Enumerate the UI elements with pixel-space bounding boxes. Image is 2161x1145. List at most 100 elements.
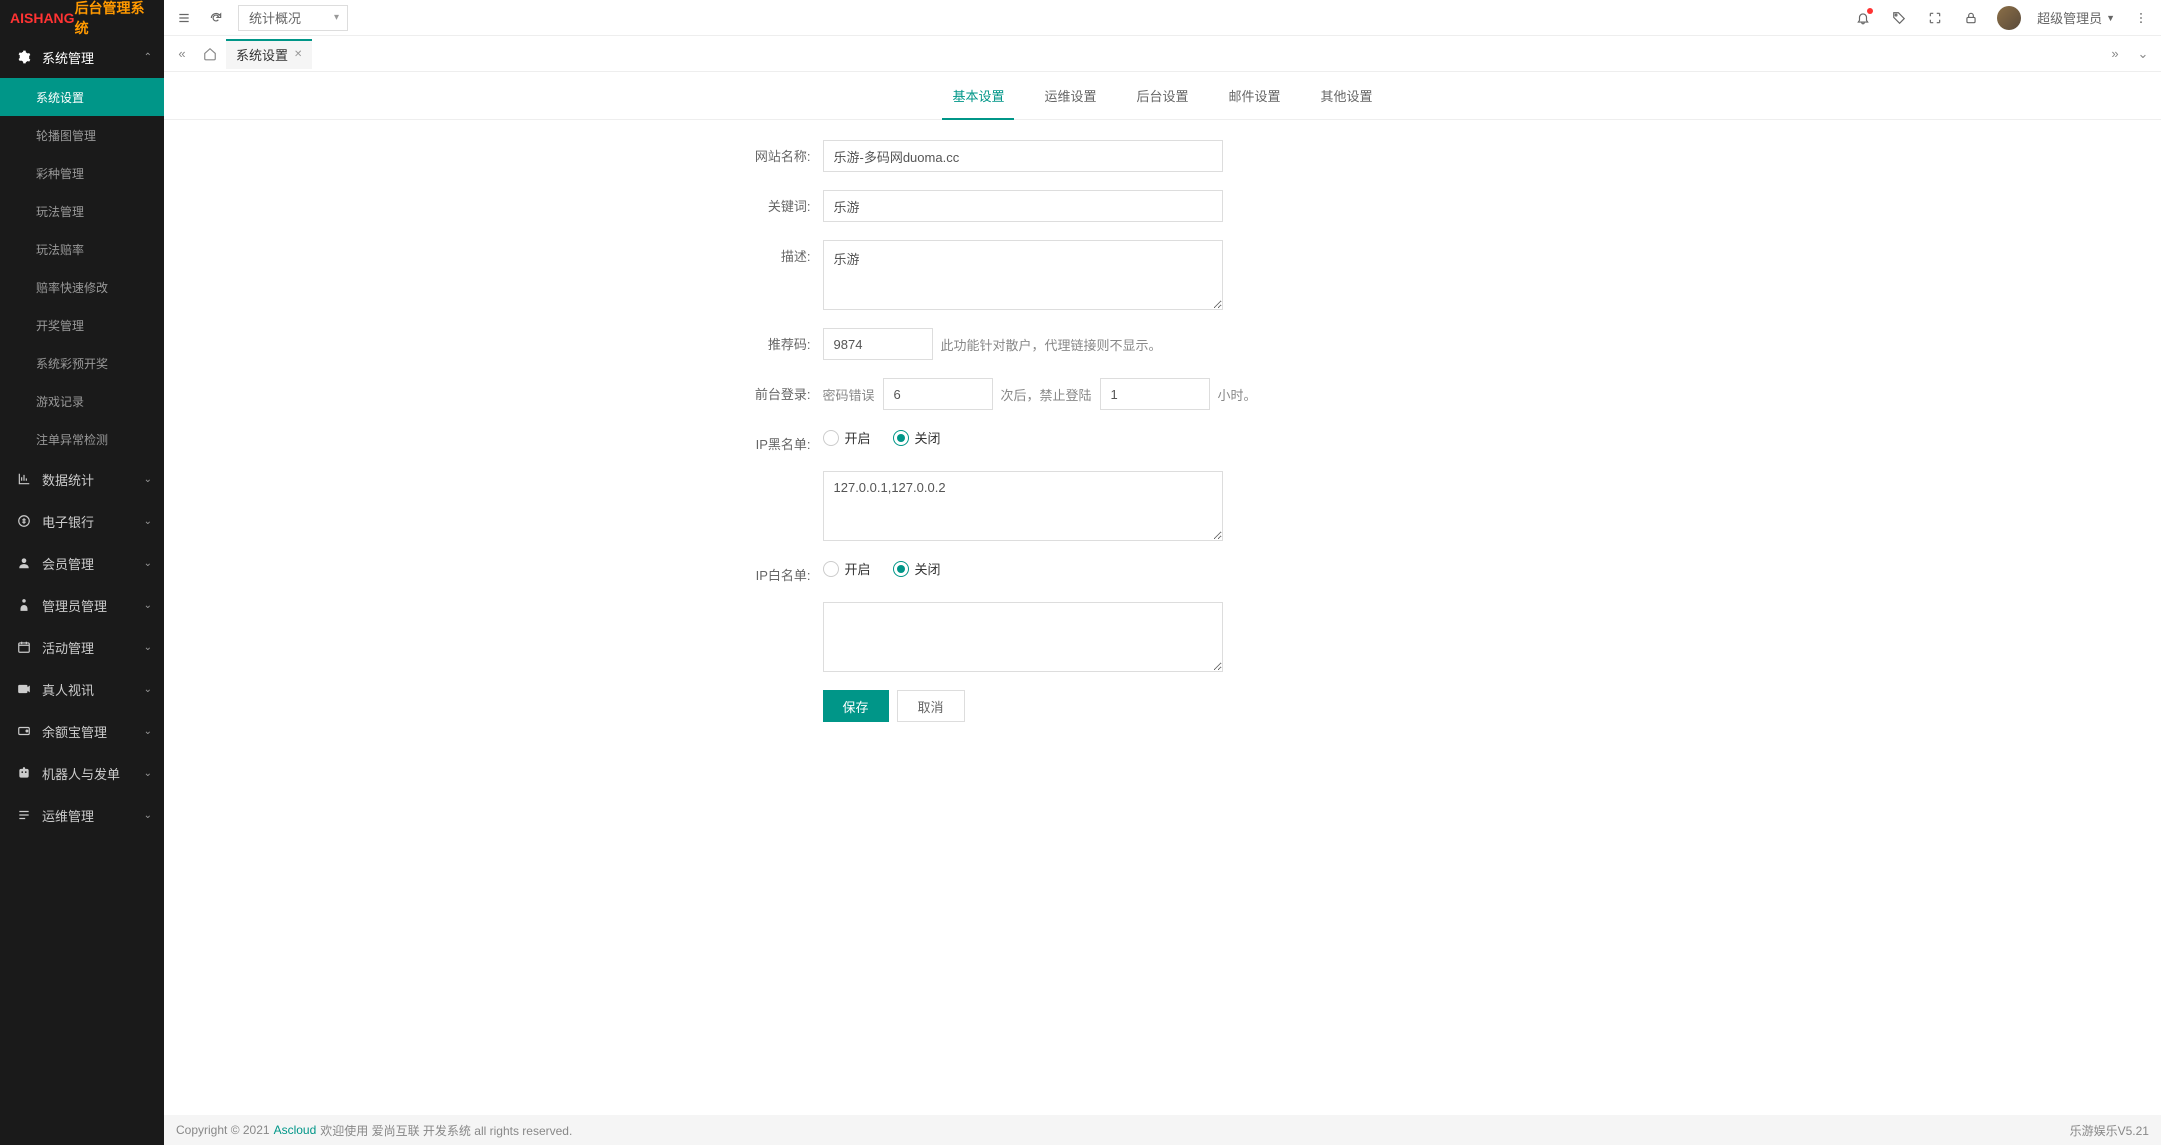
menu-label: 数据统计 — [42, 470, 94, 489]
tab-system-settings[interactable]: 系统设置 ✕ — [226, 39, 312, 69]
more-icon[interactable] — [2131, 8, 2151, 28]
footer-link[interactable]: Ascloud — [274, 1123, 317, 1137]
menu-group-ops[interactable]: 运维管理 ⌄ — [0, 794, 164, 836]
chevron-down-icon: ⌄ — [144, 684, 152, 695]
chart-icon — [16, 471, 32, 487]
chevron-down-icon: ⌄ — [144, 810, 152, 821]
submenu-label: 开奖管理 — [36, 317, 84, 334]
menu-label: 电子银行 — [42, 512, 94, 531]
topbar-dropdown[interactable]: 统计概况 — [238, 5, 348, 31]
ops-icon — [16, 807, 32, 823]
menu-label: 真人视讯 — [42, 680, 94, 699]
chevron-down-icon: ⌄ — [144, 600, 152, 611]
ip-white-radio-off[interactable]: 关闭 — [893, 559, 941, 578]
chevron-down-icon: ⌄ — [144, 516, 152, 527]
tabbar: « 系统设置 ✕ » ⌄ — [164, 36, 2161, 72]
tabs-next-icon[interactable]: » — [2103, 42, 2127, 66]
coin-icon — [16, 513, 32, 529]
menu-label: 活动管理 — [42, 638, 94, 657]
logo-brand-a: AISHANG — [10, 10, 75, 26]
content-tab-label: 邮件设置 — [1229, 89, 1281, 104]
menu-group-wallet[interactable]: 余额宝管理 ⌄ — [0, 710, 164, 752]
content-tab-other[interactable]: 其他设置 — [1301, 72, 1393, 119]
menu-group-live[interactable]: 真人视讯 ⌄ — [0, 668, 164, 710]
dropdown-value: 统计概况 — [249, 8, 301, 27]
radio-label: 关闭 — [915, 428, 941, 447]
menu-label: 机器人与发单 — [42, 764, 120, 783]
user-menu[interactable]: 超级管理员▼ — [2037, 8, 2115, 27]
radio-icon — [823, 561, 839, 577]
submenu-item-odds-quick[interactable]: 赔率快速修改 — [0, 268, 164, 306]
main: 统计概况 超级管理员▼ « 系统设置 ✕ » ⌄ — [164, 0, 2161, 1145]
ip-black-label: IP黑名单: — [733, 428, 823, 453]
login-hours-input[interactable] — [1100, 378, 1210, 410]
ip-white-label: IP白名单: — [733, 559, 823, 584]
tabs-menu-icon[interactable]: ⌄ — [2131, 42, 2155, 66]
badge-dot — [1867, 8, 1873, 14]
submenu-item-draw-manage[interactable]: 开奖管理 — [0, 306, 164, 344]
submenu-label: 注单异常检测 — [36, 431, 108, 448]
site-name-input[interactable] — [823, 140, 1223, 172]
radio-label: 关闭 — [915, 559, 941, 578]
desc-textarea[interactable] — [823, 240, 1223, 310]
content-tab-basic[interactable]: 基本设置 — [932, 72, 1024, 119]
radio-icon — [893, 561, 909, 577]
keywords-input[interactable] — [823, 190, 1223, 222]
menu-group-member[interactable]: 会员管理 ⌄ — [0, 542, 164, 584]
ip-white-radio-on[interactable]: 开启 — [823, 559, 871, 578]
chevron-down-icon: ⌄ — [144, 558, 152, 569]
menu-group-stats[interactable]: 数据统计 ⌄ — [0, 458, 164, 500]
tab-close-icon[interactable]: ✕ — [294, 49, 302, 60]
submenu-label: 彩种管理 — [36, 165, 84, 182]
radio-label: 开启 — [845, 559, 871, 578]
logo-brand-b: 后台管理系统 — [75, 0, 154, 38]
submenu-item-play-odds[interactable]: 玩法赔率 — [0, 230, 164, 268]
calendar-icon — [16, 639, 32, 655]
admin-icon — [16, 597, 32, 613]
cancel-button[interactable]: 取消 — [897, 690, 965, 722]
content-tab-mail[interactable]: 邮件设置 — [1209, 72, 1301, 119]
robot-icon — [16, 765, 32, 781]
content-tab-label: 基本设置 — [952, 89, 1004, 104]
refresh-icon[interactable] — [206, 8, 226, 28]
submenu-item-system-settings[interactable]: 系统设置 — [0, 78, 164, 116]
save-button[interactable]: 保存 — [823, 690, 889, 722]
tab-home-icon[interactable] — [196, 39, 224, 69]
menu-group-activity[interactable]: 活动管理 ⌄ — [0, 626, 164, 668]
content-tab-ops[interactable]: 运维设置 — [1024, 72, 1116, 119]
menu-label: 管理员管理 — [42, 596, 107, 615]
submenu-item-predraw[interactable]: 系统彩预开奖 — [0, 344, 164, 382]
tag-icon[interactable] — [1889, 8, 1909, 28]
bell-icon[interactable] — [1853, 8, 1873, 28]
fullscreen-icon[interactable] — [1925, 8, 1945, 28]
wallet-icon — [16, 723, 32, 739]
submenu-system: 系统设置 轮播图管理 彩种管理 玩法管理 玩法赔率 赔率快速修改 开奖管理 系统… — [0, 78, 164, 458]
submenu-item-game-record[interactable]: 游戏记录 — [0, 382, 164, 420]
footer: Copyright © 2021 Ascloud 欢迎使用 爱尚互联 开发系统 … — [164, 1115, 2161, 1145]
menu-group-bank[interactable]: 电子银行 ⌄ — [0, 500, 164, 542]
menu-group-bot[interactable]: 机器人与发单 ⌄ — [0, 752, 164, 794]
submenu-item-play-manage[interactable]: 玩法管理 — [0, 192, 164, 230]
tabs-prev-icon[interactable]: « — [170, 42, 194, 66]
settings-form: 网站名称: 关键词: 描述: 推荐码: — [713, 140, 1613, 722]
tab-label: 系统设置 — [236, 45, 288, 64]
menu-group-admin[interactable]: 管理员管理 ⌄ — [0, 584, 164, 626]
chevron-down-icon: ⌄ — [144, 768, 152, 779]
chevron-down-icon: ⌄ — [144, 726, 152, 737]
ip-black-textarea[interactable] — [823, 471, 1223, 541]
ip-white-textarea[interactable] — [823, 602, 1223, 672]
content-tab-backend[interactable]: 后台设置 — [1116, 72, 1208, 119]
ref-code-label: 推荐码: — [733, 328, 823, 353]
avatar[interactable] — [1997, 6, 2021, 30]
lock-icon[interactable] — [1961, 8, 1981, 28]
menu-toggle-icon[interactable] — [174, 8, 194, 28]
menu-group-system[interactable]: 系统管理 ⌃ — [0, 36, 164, 78]
ref-code-input[interactable] — [823, 328, 933, 360]
menu-label: 余额宝管理 — [42, 722, 107, 741]
ip-black-radio-on[interactable]: 开启 — [823, 428, 871, 447]
submenu-item-lottery-type[interactable]: 彩种管理 — [0, 154, 164, 192]
submenu-item-carousel[interactable]: 轮播图管理 — [0, 116, 164, 154]
submenu-item-order-abnormal[interactable]: 注单异常检测 — [0, 420, 164, 458]
ip-black-radio-off[interactable]: 关闭 — [893, 428, 941, 447]
login-attempts-input[interactable] — [883, 378, 993, 410]
